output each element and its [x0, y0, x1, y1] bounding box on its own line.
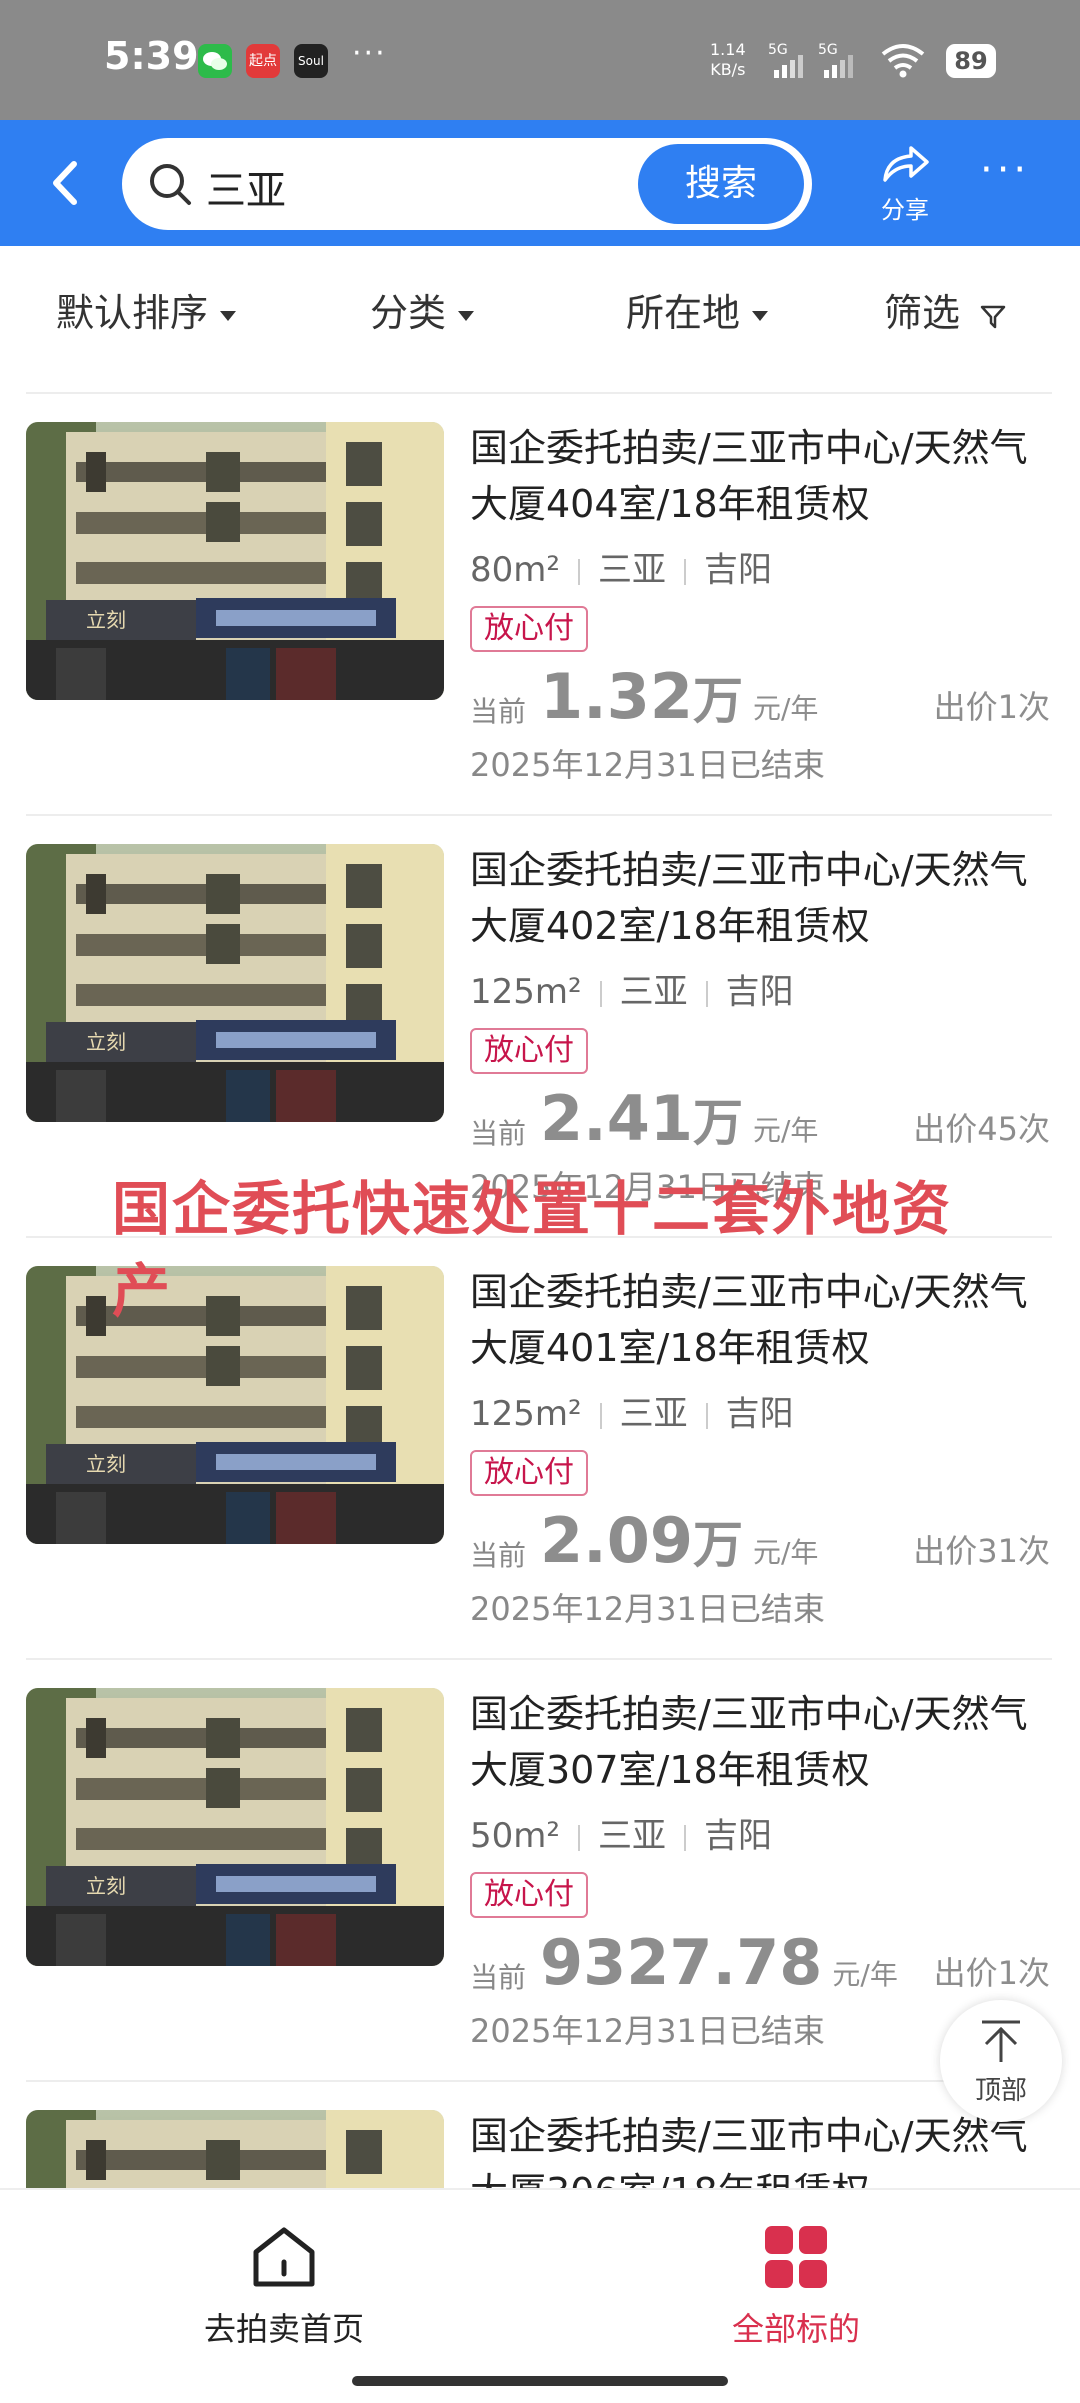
bid-count: 出价1次 — [933, 1954, 1050, 1992]
wifi-icon — [878, 40, 928, 84]
filter-screen[interactable]: 筛选 — [884, 282, 1008, 337]
list-item[interactable]: 国企委托拍卖/三亚市中心/天然气大厦307室/18年租赁权 50m² 三亚 吉阳 放… — [0, 1660, 1080, 2082]
battery-icon: 89 — [946, 44, 996, 78]
current-price: 9327.78 元/年 — [540, 1926, 898, 1999]
network-speed: 1.14 KB/s — [710, 40, 746, 79]
soul-icon: Soul — [294, 44, 328, 78]
more-options-button[interactable]: ··· — [980, 150, 1040, 200]
item-meta: 125m² 三亚 吉阳 — [470, 1394, 794, 1434]
current-price: 2.41万 元/年 — [540, 1082, 819, 1155]
back-to-top-button[interactable]: 顶部 — [940, 2000, 1062, 2122]
item-meta: 50m² 三亚 吉阳 — [470, 1816, 773, 1856]
filter-category[interactable]: 分类 — [370, 282, 475, 337]
dropdown-arrow-icon — [752, 310, 769, 321]
bid-count: 出价31次 — [913, 1532, 1050, 1570]
item-meta: 125m² 三亚 吉阳 — [470, 972, 794, 1012]
price-row: 当前 2.09万 元/年 出价31次 — [470, 1504, 1050, 1577]
share-button[interactable]: 分享 — [870, 144, 940, 224]
auction-status: 2025年12月31日已结束 — [470, 746, 825, 784]
search-query: 三亚 — [206, 168, 286, 214]
bid-count: 出价45次 — [913, 1110, 1050, 1148]
qidian-icon: 起点 — [246, 44, 280, 78]
signal-icon-sim1: 5G — [768, 42, 812, 84]
share-label: 分享 — [881, 196, 929, 224]
assurance-badge: 放心付 — [470, 1872, 588, 1918]
home-icon — [253, 2227, 315, 2287]
item-title: 国企委托拍卖/三亚市中心/天然气大厦306室/18年租赁权 — [470, 2114, 1028, 2188]
chevron-left-icon — [53, 161, 77, 205]
nav-all-items[interactable]: 全部标的 — [646, 2224, 946, 2350]
overlay-caption: 国企委托快速处置十二套外地资产 — [112, 1175, 953, 1325]
bid-count: 出价1次 — [933, 688, 1050, 726]
item-title: 国企委托拍卖/三亚市中心/天然气大厦307室/18年租赁权 — [470, 1692, 1028, 1792]
search-header: 三亚 搜索 分享 ··· — [0, 120, 1080, 246]
filter-sort[interactable]: 默认排序 — [56, 282, 237, 337]
list-item[interactable]: 国企委托拍卖/三亚市中心/天然气大厦306室/18年租赁权 — [0, 2082, 1080, 2188]
search-icon — [150, 164, 191, 205]
item-meta: 80m² 三亚 吉阳 — [470, 550, 773, 590]
search-input[interactable]: 三亚 搜索 — [122, 138, 812, 230]
current-price: 1.32万 元/年 — [540, 660, 819, 733]
svg-text:5G: 5G — [818, 42, 838, 58]
property-photo — [26, 844, 444, 1122]
bottom-nav: 去拍卖首页 全部标的 — [0, 2188, 1080, 2403]
dropdown-arrow-icon — [220, 310, 237, 321]
item-title: 国企委托拍卖/三亚市中心/天然气大厦402室/18年租赁权 — [470, 848, 1028, 948]
item-title: 国企委托拍卖/三亚市中心/天然气大厦404室/18年租赁权 — [470, 426, 1028, 526]
property-photo — [26, 1688, 444, 1966]
funnel-icon — [980, 305, 1006, 328]
auction-status: 2025年12月31日已结束 — [470, 1590, 825, 1628]
status-time: 5:39 — [104, 34, 199, 78]
price-row: 当前 9327.78 元/年 出价1次 — [470, 1926, 1050, 1999]
property-photo — [26, 422, 444, 700]
price-row: 当前 2.41万 元/年 出价45次 — [470, 1082, 1050, 1155]
assurance-badge: 放心付 — [470, 1028, 588, 1074]
svg-text:5G: 5G — [768, 42, 788, 58]
home-indicator — [352, 2376, 728, 2386]
wechat-icon — [198, 44, 232, 78]
list-item[interactable]: 国企委托拍卖/三亚市中心/天然气大厦404室/18年租赁权 80m² 三亚 吉阳 放… — [0, 394, 1080, 816]
more-notifications-icon: ··· — [352, 36, 387, 71]
dropdown-arrow-icon — [458, 310, 475, 321]
search-button[interactable]: 搜索 — [638, 144, 804, 224]
filter-location[interactable]: 所在地 — [626, 282, 769, 337]
price-row: 当前 1.32万 元/年 出价1次 — [470, 660, 1050, 733]
status-bar: 5:39 起点 Soul ··· 1.14 KB/s 5G 5G 89 — [0, 0, 1080, 120]
back-button[interactable] — [40, 150, 100, 216]
arrow-up-icon — [982, 2020, 1020, 2062]
signal-icon-sim2: 5G — [818, 42, 862, 84]
assurance-badge: 放心付 — [470, 1450, 588, 1496]
grid-icon — [765, 2226, 827, 2288]
auction-status: 2025年12月31日已结束 — [470, 2012, 825, 2050]
nav-home[interactable]: 去拍卖首页 — [134, 2224, 434, 2350]
share-icon — [883, 146, 929, 182]
filter-bar: 默认排序 分类 所在地 筛选 — [0, 246, 1080, 394]
property-photo — [26, 2110, 444, 2188]
current-price: 2.09万 元/年 — [540, 1504, 819, 1577]
assurance-badge: 放心付 — [470, 606, 588, 652]
